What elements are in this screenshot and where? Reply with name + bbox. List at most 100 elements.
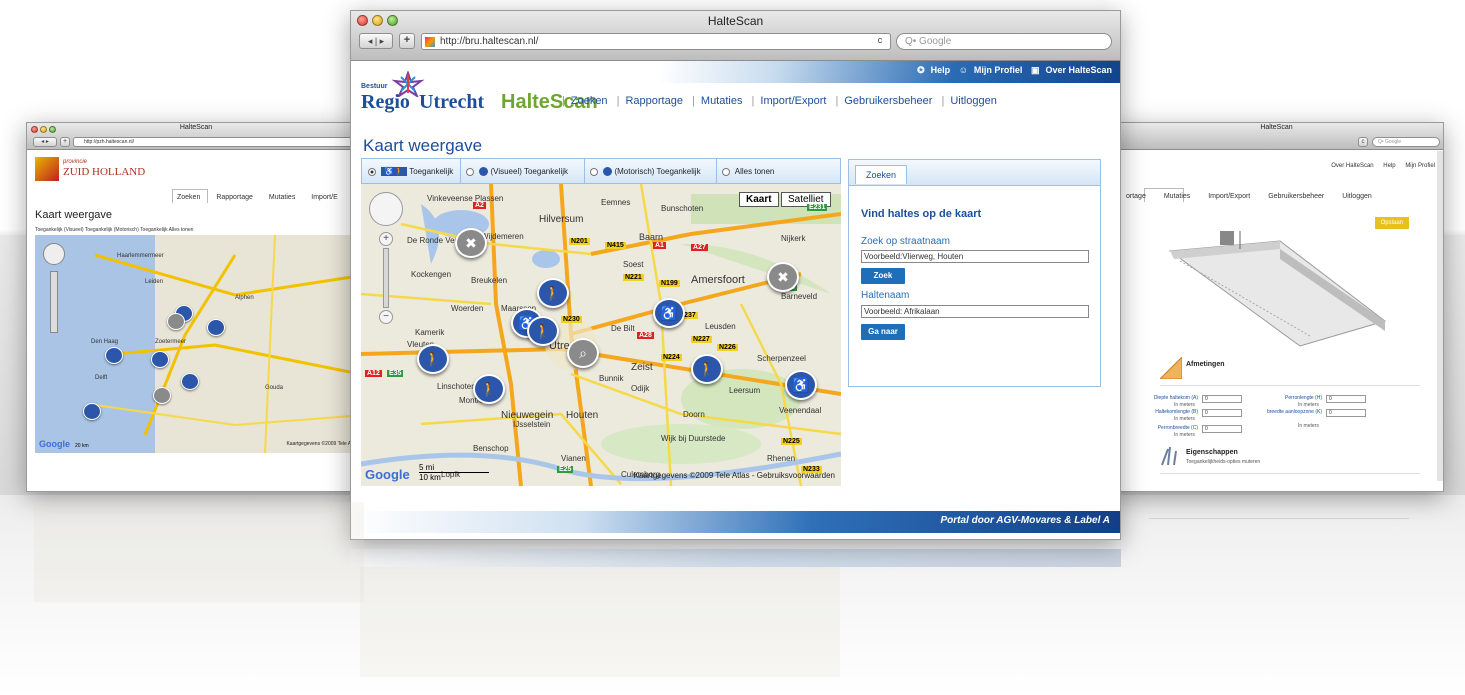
scrollbar[interactable] — [1437, 151, 1443, 481]
perronbreedte-input[interactable]: 0 — [1202, 425, 1242, 433]
window-title: HalteScan — [1260, 124, 1293, 131]
mijn-profiel-link[interactable]: Mijn Profiel — [974, 65, 1023, 75]
bus-stop-pin[interactable] — [181, 373, 199, 390]
zoom-in-icon[interactable]: + — [379, 232, 393, 246]
nav-mutaties[interactable]: Mutaties — [701, 95, 743, 107]
nav-import[interactable]: Import/E — [311, 194, 337, 201]
nav-gebruikersbeheer[interactable]: Gebruikersbeheer — [844, 95, 932, 107]
nav-mutaties[interactable]: Mutaties — [1164, 193, 1190, 200]
stop-name-input[interactable]: Voorbeeld: Afrikalaan — [861, 305, 1089, 318]
bus-stop-pin[interactable]: 🚶 — [473, 374, 505, 404]
zoom-slider[interactable] — [383, 248, 389, 308]
nav-import-export[interactable]: Import/Export — [1208, 193, 1250, 200]
perronlengte-input[interactable]: 0 — [1326, 395, 1366, 403]
add-bookmark-icon[interactable]: + — [60, 137, 70, 147]
nav-uitloggen[interactable]: Uitloggen — [1342, 193, 1372, 200]
google-map[interactable]: + − Kaart Satelliet Vinkeveense Plassen … — [361, 184, 841, 486]
nav-uitloggen[interactable]: Uitloggen — [950, 95, 996, 107]
nav-gebruikersbeheer[interactable]: Gebruikersbeheer — [1268, 193, 1324, 200]
mijn-profiel-link[interactable]: Mijn Profiel — [1405, 163, 1435, 169]
pan-control-icon[interactable] — [43, 243, 65, 265]
search-input[interactable]: Q• Google — [1372, 137, 1440, 147]
bus-stop-pin[interactable] — [151, 351, 169, 368]
bus-stop-pin[interactable] — [207, 319, 225, 336]
bus-stop-pin-gray[interactable] — [153, 387, 171, 404]
zoom-slider[interactable] — [50, 271, 58, 333]
filter-toegankelijk[interactable]: ♿🚶 Toegankelijk — [368, 167, 453, 176]
street-label: Zoek op straatnaam — [861, 236, 950, 247]
reflection-map — [360, 567, 840, 677]
bus-stop-pin[interactable]: 🚶 — [537, 278, 569, 308]
pan-control-icon[interactable] — [369, 192, 403, 226]
logo-province-text: provincie — [63, 159, 88, 165]
nav-zoeken[interactable]: Zoeken — [571, 95, 608, 107]
filter-alles[interactable]: Alles tonen — [722, 167, 774, 176]
reload-icon[interactable]: c — [871, 34, 889, 49]
nav-rapportage[interactable]: Rapportage — [625, 95, 683, 107]
tab-zoeken[interactable]: Zoeken — [855, 165, 908, 184]
map-copyright[interactable]: Kaartgegevens ©2009 Tele Atlas - Gebruik… — [634, 471, 835, 480]
bus-stop-pin-gray[interactable]: ⌕ — [567, 338, 599, 368]
save-button[interactable]: Opslaan — [1374, 217, 1409, 229]
nav-mutaties[interactable]: Mutaties — [269, 194, 295, 201]
nav-rapportage[interactable]: Rapportage — [216, 194, 253, 201]
bus-stop-pin[interactable] — [83, 403, 101, 420]
address-bar[interactable]: http://pzh.haltescan.nl/ — [73, 137, 361, 147]
left-window-reflection — [26, 498, 366, 608]
bus-stop-pin[interactable] — [105, 347, 123, 364]
logo-regio-text: Regio — [361, 91, 410, 113]
help-link[interactable]: Help — [1383, 163, 1395, 169]
map-place-label: Wijk bij Duurstede — [661, 434, 726, 443]
street-input[interactable]: Voorbeeld:Vlierweg, Houten — [861, 250, 1089, 263]
logo-utrecht-text: Utrecht — [419, 91, 485, 113]
nav-zoeken[interactable]: Zoeken — [177, 194, 200, 201]
bus-stop-pin[interactable]: 🚶 — [417, 344, 449, 374]
right-window-reflection — [1109, 498, 1444, 608]
road-shield: A27 — [691, 244, 708, 251]
radio[interactable] — [590, 167, 598, 176]
radio[interactable] — [722, 167, 730, 176]
ruler-icon — [1160, 357, 1182, 379]
bus-stop-pin[interactable]: ♿ — [785, 370, 817, 400]
help-link[interactable]: Help — [931, 65, 951, 75]
filter-visueel[interactable]: (Visueel) Toegankelijk — [466, 167, 568, 177]
bus-stop-pin-gray[interactable]: ✖ — [767, 262, 799, 292]
filter-motorisch[interactable]: (Motorisch) Toegankelijk — [590, 167, 701, 177]
nav-import-export[interactable]: Import/Export — [760, 95, 826, 107]
map-place-label: Nijkerk — [781, 234, 806, 243]
road-shield: N415 — [605, 242, 626, 249]
over-haltescan-link[interactable]: Over HalteScan — [1331, 163, 1373, 169]
zuid-holland-logo: provincie ZUID HOLLAND — [35, 157, 155, 181]
ga-naar-button[interactable]: Ga naar — [861, 324, 905, 340]
road-shield: N221 — [623, 274, 644, 281]
search-input[interactable]: Q• Google — [896, 33, 1112, 50]
back-forward-icon[interactable]: ◂ ▸ — [33, 137, 57, 147]
diepte-input[interactable]: 0 — [1202, 395, 1242, 403]
radio-selected[interactable] — [368, 167, 376, 176]
bus-stop-pin-gray[interactable] — [167, 313, 185, 330]
aanloopzone-input[interactable]: 0 — [1326, 409, 1366, 417]
left-map[interactable]: Haarlemmermeer Den Haag Zoetermeer Delft… — [35, 235, 365, 453]
regio-utrecht-logo[interactable]: Bestuur Regio Utrecht HalteScan — [361, 71, 598, 115]
right-titlebar: HalteScan c Q• Google — [1110, 123, 1443, 150]
bus-stop-pin[interactable]: ♿ — [653, 298, 685, 328]
nav-rapportage[interactable]: ortage — [1126, 193, 1146, 200]
zoek-button[interactable]: Zoek — [861, 268, 905, 284]
over-haltescan-link[interactable]: Over HalteScan — [1045, 65, 1112, 75]
bus-stop-pin[interactable]: 🚶 — [691, 354, 723, 384]
haltekomlengte-input[interactable]: 0 — [1202, 409, 1242, 417]
window-title: HalteScan — [179, 124, 213, 131]
google-logo[interactable]: Google — [365, 467, 410, 482]
reload-icon[interactable]: c — [1358, 137, 1368, 147]
zoom-out-icon[interactable]: − — [379, 310, 393, 324]
bus-stop-pin-gray[interactable]: ✖ — [455, 228, 487, 258]
eye-icon — [479, 167, 489, 177]
filter-row[interactable]: Toegankelijk (Visueel) Toegankelijk (Mot… — [35, 227, 193, 233]
add-bookmark-icon[interactable]: + — [399, 33, 415, 49]
back-forward-icon[interactable]: ◂ | ▸ — [359, 33, 393, 49]
filter-divider — [460, 159, 461, 185]
radio[interactable] — [466, 167, 474, 176]
address-bar[interactable]: http://bru.haltescan.nl/ — [421, 33, 891, 50]
map-type-kaart[interactable]: Kaart — [739, 192, 779, 207]
bus-stop-pin[interactable]: 🚶 — [527, 316, 559, 346]
